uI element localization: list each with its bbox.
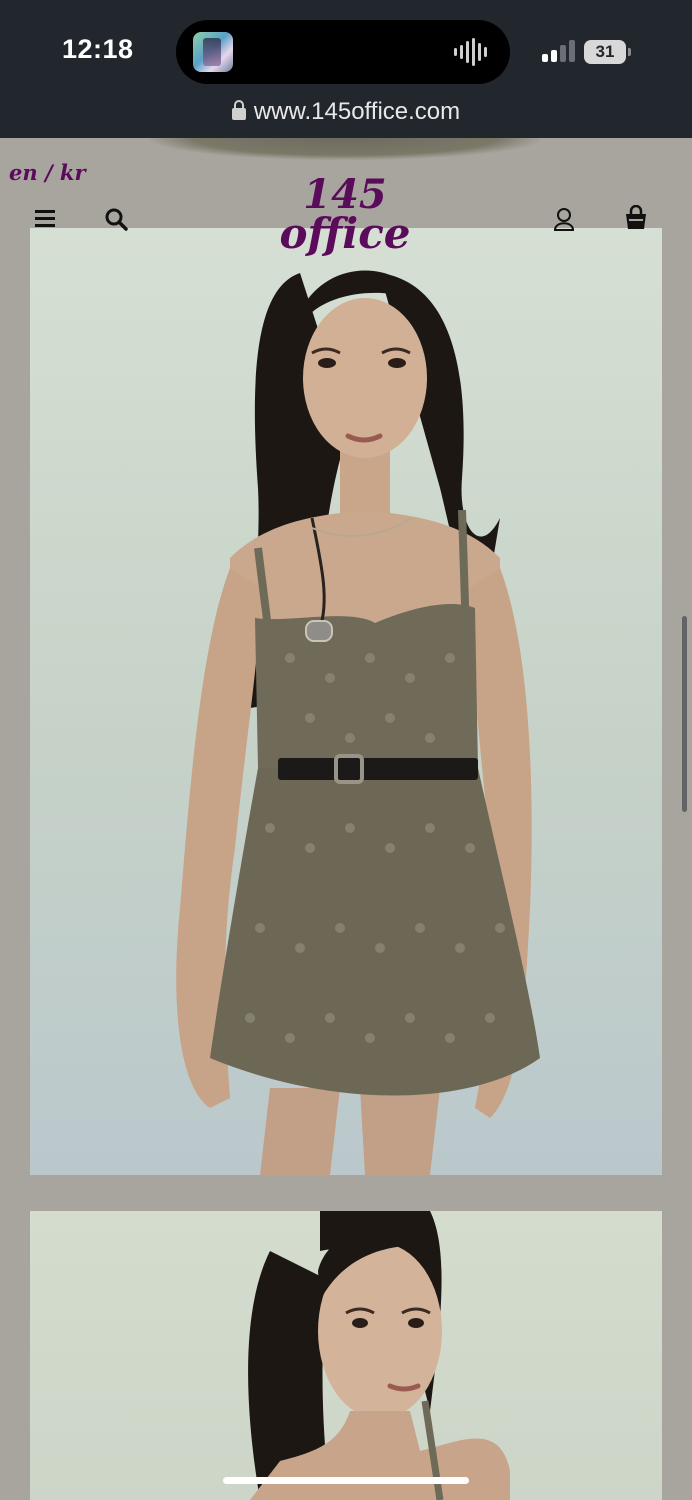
address-bar[interactable]: www.145office.com: [0, 98, 692, 126]
waveform-icon: [454, 38, 492, 66]
album-art-thumbnail[interactable]: [193, 32, 233, 72]
status-time: 12:18: [62, 34, 134, 64]
model-illustration-1: [176, 270, 540, 1175]
status-bar: 12:18 31 www.145office.com: [0, 0, 692, 138]
battery-level: 31: [595, 42, 615, 61]
site-logo[interactable]: 145 office: [270, 175, 420, 258]
scroll-indicator[interactable]: [682, 616, 687, 812]
account-icon[interactable]: [551, 206, 577, 232]
cellular-signal-icon: [542, 40, 576, 62]
model-illustration-2: [248, 1211, 510, 1500]
product-image-2[interactable]: [30, 1211, 662, 1500]
logo-word: office: [279, 209, 411, 258]
product-image-1[interactable]: [30, 228, 662, 1175]
previous-image-edge: [150, 138, 540, 160]
lock-icon: [231, 100, 246, 120]
bag-icon[interactable]: [623, 205, 649, 231]
url-text: www.145office.com: [253, 98, 461, 125]
battery-icon: 31: [584, 40, 631, 64]
menu-icon[interactable]: [32, 206, 58, 232]
home-indicator[interactable]: [223, 1477, 469, 1484]
language-switch[interactable]: en / kr: [9, 160, 86, 185]
search-icon[interactable]: [103, 206, 129, 232]
dynamic-island[interactable]: [176, 20, 510, 84]
